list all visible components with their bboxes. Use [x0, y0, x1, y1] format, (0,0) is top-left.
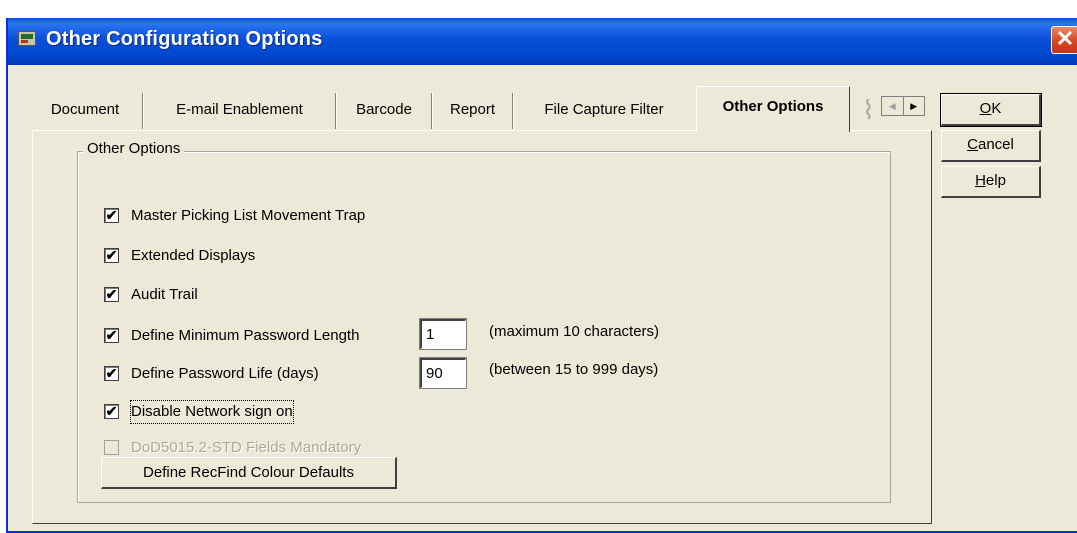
cancel-mnemonic: C	[967, 136, 978, 153]
app-icon	[18, 31, 36, 46]
checkbox	[104, 440, 119, 455]
checkbox[interactable]: ✔	[104, 404, 119, 419]
close-button[interactable]: ✕	[1051, 26, 1077, 54]
group-label: Other Options	[83, 140, 185, 157]
tab-scroller[interactable]: ◀ ▶	[881, 96, 925, 116]
window-title: Other Configuration Options	[46, 28, 323, 50]
option-label[interactable]: Master Picking List Movement Trap	[131, 205, 365, 227]
option-label[interactable]: Extended Displays	[131, 245, 255, 267]
checkbox[interactable]: ✔	[104, 366, 119, 381]
help-label: elp	[985, 172, 1006, 189]
help-mnemonic: H	[975, 172, 986, 189]
ok-mnemonic: O	[979, 100, 992, 117]
option-label[interactable]: Audit Trail	[131, 284, 198, 306]
tab-other-options[interactable]: Other Options	[696, 86, 850, 132]
option-label[interactable]: Define Minimum Password Length	[131, 325, 359, 347]
cancel-label: ancel	[977, 136, 1014, 153]
checkbox[interactable]: ✔	[104, 287, 119, 302]
tab-document[interactable]: Document	[28, 93, 143, 129]
checkbox[interactable]: ✔	[104, 328, 119, 343]
ok-button[interactable]: OK	[940, 93, 1042, 127]
checkmark-icon: ✔	[105, 207, 118, 223]
checkmark-icon: ✔	[105, 365, 118, 381]
password-life-input[interactable]	[419, 357, 467, 389]
title-bar[interactable]: Other Configuration Options ✕	[8, 18, 1077, 65]
checkmark-icon: ✔	[105, 327, 118, 343]
ok-label: K	[991, 100, 1002, 117]
option-label: DoD5015.2-STD Fields Mandatory	[131, 439, 362, 456]
min-password-length-input[interactable]	[419, 318, 467, 350]
tab-scroll-right-icon[interactable]: ▶	[904, 97, 925, 115]
tab-overflow-icon: ⌇	[862, 95, 875, 125]
option-label[interactable]: Define Password Life (days)	[131, 363, 319, 385]
checkbox[interactable]: ✔	[104, 208, 119, 223]
checkmark-icon: ✔	[105, 286, 118, 302]
tab-email-enablement[interactable]: E-mail Enablement	[144, 93, 336, 129]
tab-file-capture-filter[interactable]: File Capture Filter	[514, 93, 694, 129]
checkbox[interactable]: ✔	[104, 248, 119, 263]
password-life-hint: (between 15 to 999 days)	[489, 361, 659, 378]
tab-report[interactable]: Report	[433, 93, 513, 129]
checkmark-icon: ✔	[105, 403, 118, 419]
option-label[interactable]: Disable Network sign on	[130, 400, 294, 424]
checkmark-icon: ✔	[105, 247, 118, 263]
cancel-button[interactable]: Cancel	[941, 130, 1041, 162]
help-button[interactable]: Help	[941, 166, 1041, 198]
tab-scroll-left-icon[interactable]: ◀	[882, 97, 904, 115]
dialog-window: Other Configuration Options ✕ Document E…	[6, 18, 1077, 533]
tab-barcode[interactable]: Barcode	[337, 93, 432, 129]
min-password-length-hint: (maximum 10 characters)	[489, 323, 660, 340]
define-colour-defaults-button[interactable]: Define RecFind Colour Defaults	[101, 457, 397, 489]
close-icon: ✕	[1055, 26, 1075, 51]
tab-panel: Other Options ✔ Master Picking List Move…	[32, 130, 932, 524]
